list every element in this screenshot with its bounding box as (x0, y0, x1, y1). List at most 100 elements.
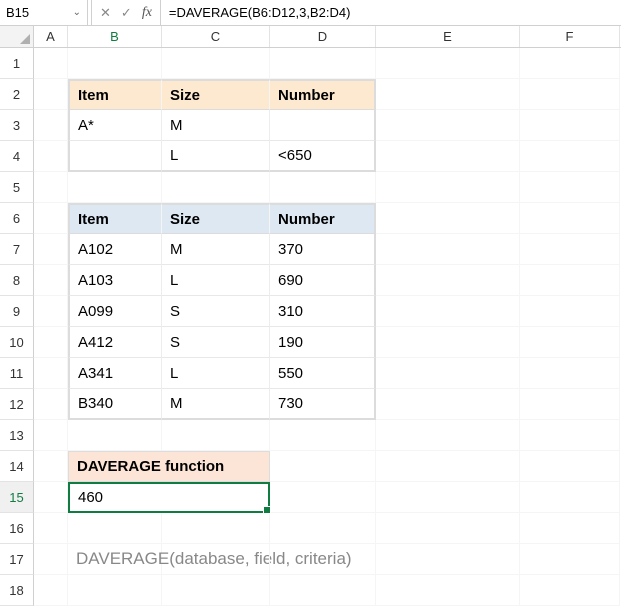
cell[interactable] (376, 575, 520, 606)
cell[interactable] (376, 327, 520, 358)
col-header-e[interactable]: E (376, 26, 520, 47)
data-cell[interactable]: 690 (270, 265, 376, 296)
cell[interactable] (34, 141, 68, 172)
data-cell[interactable]: 310 (270, 296, 376, 327)
cell[interactable] (34, 265, 68, 296)
criteria-cell[interactable]: <650 (270, 141, 376, 172)
row-header[interactable]: 9 (0, 296, 34, 327)
cell[interactable] (376, 513, 520, 544)
cell[interactable] (162, 172, 270, 203)
cell[interactable] (376, 48, 520, 79)
criteria-cell[interactable]: L (162, 141, 270, 172)
active-cell-b15[interactable]: 460 (68, 482, 270, 513)
cell[interactable] (34, 575, 68, 606)
cell[interactable] (520, 575, 620, 606)
cell[interactable] (520, 296, 620, 327)
cell[interactable] (270, 451, 376, 482)
cell[interactable] (68, 575, 162, 606)
data-cell[interactable]: A103 (68, 265, 162, 296)
row-header[interactable]: 13 (0, 420, 34, 451)
row-header[interactable]: 18 (0, 575, 34, 606)
cell[interactable] (376, 358, 520, 389)
cell[interactable] (520, 203, 620, 234)
cell[interactable] (520, 420, 620, 451)
row-header[interactable]: 11 (0, 358, 34, 389)
cell[interactable] (34, 172, 68, 203)
criteria-cell[interactable]: M (162, 110, 270, 141)
row-header[interactable]: 7 (0, 234, 34, 265)
cancel-icon[interactable]: ✕ (100, 6, 111, 19)
cell[interactable] (520, 358, 620, 389)
data-cell[interactable]: A412 (68, 327, 162, 358)
col-header-d[interactable]: D (270, 26, 376, 47)
cell[interactable] (162, 544, 270, 575)
enter-icon[interactable]: ✓ (121, 6, 132, 19)
data-cell[interactable]: M (162, 234, 270, 265)
cell[interactable] (68, 48, 162, 79)
cell[interactable] (520, 544, 620, 575)
data-cell[interactable]: 730 (270, 389, 376, 420)
cell[interactable] (34, 110, 68, 141)
cells-area[interactable]: Item Size Number A* M L <650 (34, 48, 621, 606)
cell[interactable] (520, 327, 620, 358)
row-header[interactable]: 14 (0, 451, 34, 482)
data-cell[interactable]: A341 (68, 358, 162, 389)
criteria-cell[interactable] (270, 110, 376, 141)
cell[interactable] (520, 48, 620, 79)
cell[interactable] (162, 575, 270, 606)
name-box[interactable]: B15 ⌄ (0, 0, 88, 25)
cell[interactable] (270, 575, 376, 606)
cell[interactable] (376, 482, 520, 513)
cell[interactable] (520, 265, 620, 296)
data-cell[interactable]: A102 (68, 234, 162, 265)
data-cell[interactable]: S (162, 327, 270, 358)
cell[interactable] (68, 420, 162, 451)
cell[interactable] (34, 327, 68, 358)
criteria-header-number[interactable]: Number (270, 79, 376, 110)
cell[interactable] (376, 296, 520, 327)
cell[interactable] (34, 48, 68, 79)
cell[interactable] (68, 172, 162, 203)
data-header-size[interactable]: Size (162, 203, 270, 234)
data-cell[interactable]: A099 (68, 296, 162, 327)
cell[interactable] (376, 265, 520, 296)
col-header-c[interactable]: C (162, 26, 270, 47)
row-header[interactable]: 6 (0, 203, 34, 234)
cell[interactable] (376, 389, 520, 420)
col-header-a[interactable]: A (34, 26, 68, 47)
cell[interactable] (270, 482, 376, 513)
cell[interactable] (376, 451, 520, 482)
cell[interactable] (34, 79, 68, 110)
cell[interactable] (162, 513, 270, 544)
cell[interactable] (520, 110, 620, 141)
cell[interactable] (376, 79, 520, 110)
cell[interactable] (376, 141, 520, 172)
cell[interactable] (68, 513, 162, 544)
cell[interactable] (270, 544, 376, 575)
cell[interactable] (376, 203, 520, 234)
row-header[interactable]: 8 (0, 265, 34, 296)
cell[interactable] (376, 110, 520, 141)
cell[interactable] (270, 420, 376, 451)
data-cell[interactable]: 550 (270, 358, 376, 389)
result-title-cell[interactable]: DAVERAGE function (68, 451, 270, 482)
cell[interactable] (520, 79, 620, 110)
cell[interactable] (162, 48, 270, 79)
cell[interactable] (520, 513, 620, 544)
cell[interactable] (270, 513, 376, 544)
data-cell[interactable]: S (162, 296, 270, 327)
cell[interactable] (34, 358, 68, 389)
cell[interactable] (34, 513, 68, 544)
data-cell[interactable]: B340 (68, 389, 162, 420)
row-header[interactable]: 2 (0, 79, 34, 110)
cell[interactable] (34, 482, 68, 513)
fx-icon[interactable]: fx (142, 6, 152, 20)
formula-input[interactable]: =DAVERAGE(B6:D12,3,B2:D4) (161, 0, 621, 25)
cell[interactable] (376, 172, 520, 203)
cell[interactable] (162, 420, 270, 451)
criteria-header-size[interactable]: Size (162, 79, 270, 110)
cell[interactable] (376, 234, 520, 265)
row-header[interactable]: 12 (0, 389, 34, 420)
row-header[interactable]: 16 (0, 513, 34, 544)
cell[interactable] (376, 544, 520, 575)
